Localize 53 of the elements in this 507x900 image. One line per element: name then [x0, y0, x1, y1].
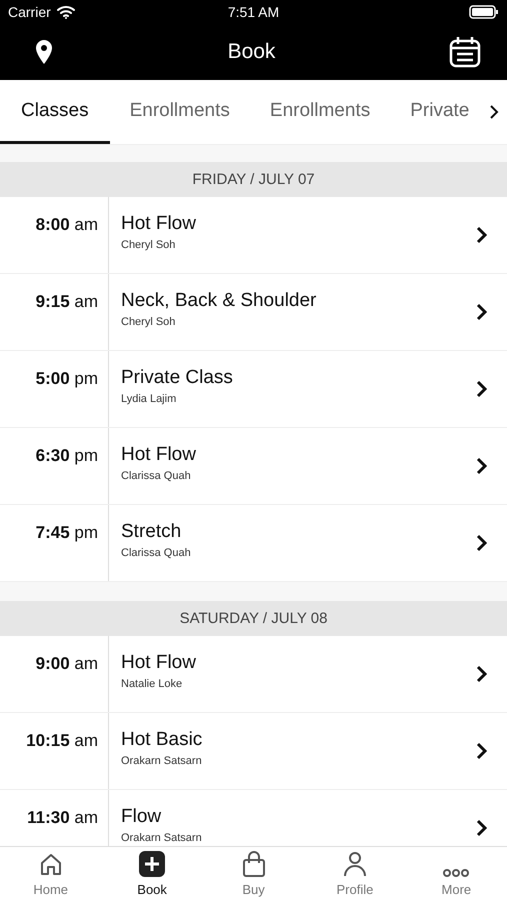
plus-icon	[139, 851, 166, 877]
instructor-name: Clarissa Quah	[121, 470, 191, 482]
day-heading: FRIDAY / JULY 07	[0, 162, 507, 197]
day-heading: SATURDAY / JULY 08	[0, 601, 507, 636]
class-name[interactable]: Flow	[121, 806, 162, 828]
carrier-name: Carrier	[8, 4, 51, 20]
class-time: 10:15 am	[0, 713, 109, 789]
chevron-right-icon[interactable]	[476, 819, 487, 837]
nav-item[interactable]: Buy	[202, 847, 304, 900]
class-name[interactable]: Hot Flow	[121, 213, 196, 235]
tab[interactable]: Enrollments	[250, 80, 390, 144]
class-name[interactable]: Hot Flow	[121, 444, 196, 466]
class-name[interactable]: Neck, Back & Shoulder	[121, 290, 316, 312]
nav-item[interactable]: Profile	[304, 847, 406, 900]
instructor-name: Orakarn Satsarn	[121, 755, 202, 767]
shopping-bag-icon	[240, 851, 267, 877]
nav-item[interactable]: More	[406, 847, 507, 900]
chevron-right-icon[interactable]	[489, 104, 500, 120]
person-icon	[342, 851, 368, 877]
class-name[interactable]: Stretch	[121, 521, 182, 543]
class-name[interactable]: Hot Flow	[121, 652, 196, 674]
chevron-right-icon[interactable]	[476, 380, 487, 398]
chevron-right-icon[interactable]	[476, 665, 487, 683]
class-time: 6:30 pm	[0, 428, 109, 504]
instructor-name: Lydia Lajim	[121, 393, 176, 405]
class-name[interactable]: Private Class	[121, 367, 233, 389]
tab[interactable]: Enrollments	[110, 80, 250, 144]
chevron-right-icon[interactable]	[476, 303, 487, 321]
chevron-right-icon[interactable]	[476, 534, 487, 552]
class-time: 9:15 am	[0, 274, 109, 350]
wifi-icon	[56, 5, 75, 19]
class-time: 5:00 pm	[0, 351, 109, 427]
chevron-right-icon[interactable]	[476, 742, 487, 760]
instructor-name: Orakarn Satsarn	[121, 832, 202, 844]
chevron-right-icon[interactable]	[476, 226, 487, 244]
tab[interactable]: Private	[390, 80, 490, 144]
calendar-icon[interactable]	[449, 36, 481, 68]
class-time: 8:00 am	[0, 197, 109, 273]
nav-item[interactable]: Book	[101, 847, 203, 900]
instructor-name: Cheryl Soh	[121, 316, 176, 328]
class-name[interactable]: Hot Basic	[121, 729, 202, 751]
screen-title: Book	[228, 40, 276, 64]
instructor-name: Natalie Loke	[121, 678, 182, 690]
nav-item[interactable]: Home	[0, 847, 102, 900]
battery-icon	[469, 5, 499, 19]
location-pin-icon[interactable]	[34, 39, 54, 65]
class-time: 7:45 pm	[0, 505, 109, 581]
status-time: 7:51 AM	[228, 4, 280, 20]
instructor-name: Clarissa Quah	[121, 547, 191, 559]
class-time: 9:00 am	[0, 636, 109, 712]
instructor-name: Cheryl Soh	[121, 239, 176, 251]
chevron-right-icon[interactable]	[476, 457, 487, 475]
more-icon	[443, 869, 470, 877]
